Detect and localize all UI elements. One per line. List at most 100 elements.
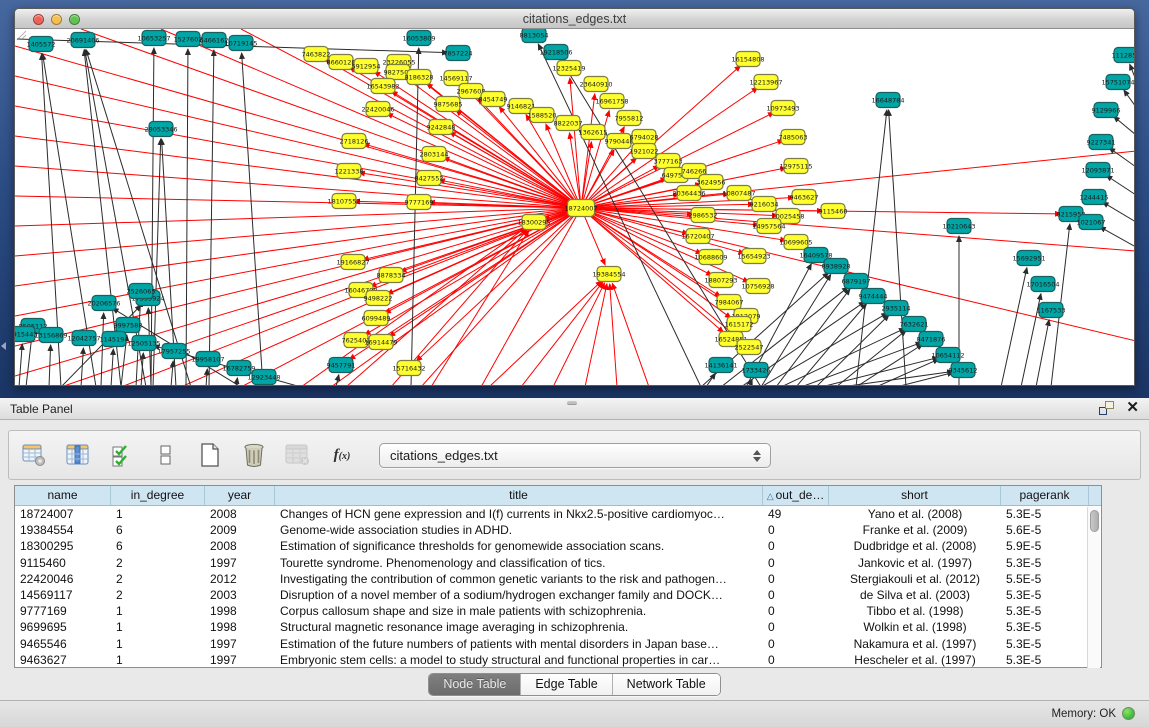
- float-panel-icon[interactable]: [1099, 401, 1114, 415]
- tab-edge-table[interactable]: Edge Table: [521, 674, 612, 695]
- table-row[interactable]: 1872400712008Changes of HCN gene express…: [15, 506, 1101, 522]
- graph-node[interactable]: 16914479: [364, 335, 397, 350]
- memory-status-indicator[interactable]: [1122, 707, 1135, 720]
- graph-node[interactable]: 8938928: [822, 259, 851, 274]
- graph-node[interactable]: 3777163: [654, 154, 683, 169]
- graph-node[interactable]: 8813054: [520, 29, 549, 43]
- graph-node[interactable]: 8186328: [405, 70, 434, 85]
- graph-node[interactable]: 9227341: [1087, 135, 1116, 150]
- window-resize-grip[interactable]: [15, 29, 27, 41]
- graph-node[interactable]: 7485063: [779, 130, 808, 145]
- table-row[interactable]: 977716911998Corpus callosum shape and si…: [15, 603, 1101, 619]
- graph-edge[interactable]: [1109, 148, 1134, 167]
- graph-node[interactable]: 1362615: [579, 125, 608, 140]
- graph-edge[interactable]: [241, 208, 581, 385]
- graph-node[interactable]: 1221338: [335, 164, 364, 179]
- column-header-year[interactable]: year: [205, 486, 275, 505]
- table-row[interactable]: 911546021997Tourette syndrome. Phenomeno…: [15, 555, 1101, 571]
- function-builder-icon[interactable]: f(x): [327, 439, 357, 471]
- graph-node[interactable]: 16961758: [595, 94, 628, 109]
- graph-node[interactable]: 9457791: [327, 358, 356, 373]
- graph-node[interactable]: 22420046: [361, 102, 394, 117]
- graph-edge[interactable]: [489, 281, 602, 385]
- tab-network-table[interactable]: Network Table: [613, 674, 720, 695]
- graph-node[interactable]: 1921022: [630, 144, 659, 159]
- graph-node[interactable]: 12093871: [1081, 163, 1114, 178]
- graph-node[interactable]: 12325419: [552, 61, 585, 76]
- graph-node[interactable]: 16720407: [681, 229, 714, 244]
- graph-edge[interactable]: [585, 284, 607, 385]
- graph-node[interactable]: 18107552: [327, 194, 360, 209]
- graph-node[interactable]: 16648784: [871, 93, 904, 108]
- column-header-pagerank[interactable]: pagerank: [1001, 486, 1089, 505]
- graph-edge[interactable]: [15, 208, 581, 346]
- graph-edge[interactable]: [1103, 202, 1134, 222]
- panel-drag-grip[interactable]: [567, 400, 577, 404]
- graph-edge[interactable]: [1114, 116, 1134, 135]
- graph-edge[interactable]: [581, 94, 595, 208]
- graph-node[interactable]: 29053346: [144, 122, 177, 137]
- graph-node[interactable]: 19958107: [191, 352, 224, 367]
- graph-edge[interactable]: [236, 378, 237, 385]
- graph-node[interactable]: 10973493: [766, 101, 799, 116]
- graph-edge[interactable]: [101, 313, 104, 385]
- graph-node[interactable]: 9777169: [405, 195, 434, 210]
- graph-node[interactable]: 2718126: [340, 134, 369, 149]
- graph-node[interactable]: 9345612: [949, 363, 978, 378]
- graph-node[interactable]: 18724007: [564, 200, 597, 217]
- graph-node[interactable]: 9474444: [859, 289, 888, 304]
- graph-node[interactable]: 1527602: [174, 32, 203, 47]
- graph-node[interactable]: 6794028: [630, 130, 659, 145]
- graph-edge[interactable]: [346, 229, 526, 385]
- graph-node[interactable]: 5912954: [352, 59, 381, 74]
- graph-node[interactable]: 9242848: [427, 120, 456, 135]
- graph-node[interactable]: 7955812: [615, 111, 644, 126]
- graph-node[interactable]: 2935114: [882, 301, 911, 316]
- graph-node[interactable]: 16543982: [366, 79, 399, 94]
- table-row[interactable]: 1830029562008Estimation of significance …: [15, 538, 1101, 554]
- graph-edge[interactable]: [610, 284, 617, 385]
- graph-node[interactable]: 20364436: [672, 186, 705, 201]
- graph-node[interactable]: 16154808: [731, 52, 764, 67]
- table-panel-header[interactable]: Table Panel ✕: [0, 398, 1149, 420]
- graph-node[interactable]: 9997588: [114, 318, 143, 333]
- graph-edge[interactable]: [416, 208, 581, 361]
- select-rows-icon[interactable]: [107, 439, 137, 471]
- graph-edge[interactable]: [553, 283, 605, 385]
- graph-node[interactable]: 12923448: [247, 370, 280, 385]
- table-row[interactable]: 1456911722003Disruption of a novel membe…: [15, 587, 1101, 603]
- column-header-title[interactable]: title: [275, 486, 763, 505]
- graph-node[interactable]: 8878334: [377, 268, 406, 283]
- graph-node[interactable]: 1112853: [1112, 48, 1134, 63]
- graph-node[interactable]: 19166827: [336, 255, 369, 270]
- column-header-name[interactable]: name: [15, 486, 111, 505]
- network-graph[interactable]: 1872400774638228660128591295423226055982…: [15, 29, 1134, 385]
- window-titlebar[interactable]: citations_edges.txt: [15, 9, 1134, 29]
- graph-edge[interactable]: [336, 375, 339, 385]
- graph-node[interactable]: 16053809: [402, 31, 435, 46]
- graph-node[interactable]: 19384554: [592, 267, 625, 282]
- graph-edge[interactable]: [15, 208, 581, 376]
- graph-node[interactable]: 1615172: [725, 317, 754, 332]
- graph-edge[interactable]: [1001, 268, 1027, 385]
- network-canvas[interactable]: 1872400774638228660128591295423226055982…: [15, 29, 1134, 385]
- graph-node[interactable]: 7632621: [900, 317, 929, 332]
- graph-node[interactable]: 6879197: [842, 274, 871, 289]
- graph-node[interactable]: 14136141: [704, 358, 737, 373]
- graph-node[interactable]: 1167533: [1037, 303, 1066, 318]
- graph-node[interactable]: 10807487: [722, 186, 755, 201]
- graph-node[interactable]: 10688609: [694, 250, 727, 265]
- graph-edge[interactable]: [400, 208, 581, 272]
- graph-edge[interactable]: [612, 283, 649, 385]
- graph-node[interactable]: 15654923: [737, 249, 770, 264]
- table-row[interactable]: 2242004622012Investigating the contribut…: [15, 571, 1101, 587]
- graph-node[interactable]: 1145194: [100, 332, 129, 347]
- graph-edge[interactable]: [856, 344, 923, 385]
- graph-node[interactable]: 9216034: [750, 197, 779, 212]
- new-document-icon[interactable]: [195, 439, 225, 471]
- graph-node[interactable]: 10210643: [942, 219, 975, 234]
- graph-edge[interactable]: [1124, 90, 1134, 107]
- graph-node[interactable]: 12505135: [127, 336, 160, 351]
- graph-node[interactable]: 12213967: [749, 75, 782, 90]
- graph-node[interactable]: 20691406: [66, 33, 99, 48]
